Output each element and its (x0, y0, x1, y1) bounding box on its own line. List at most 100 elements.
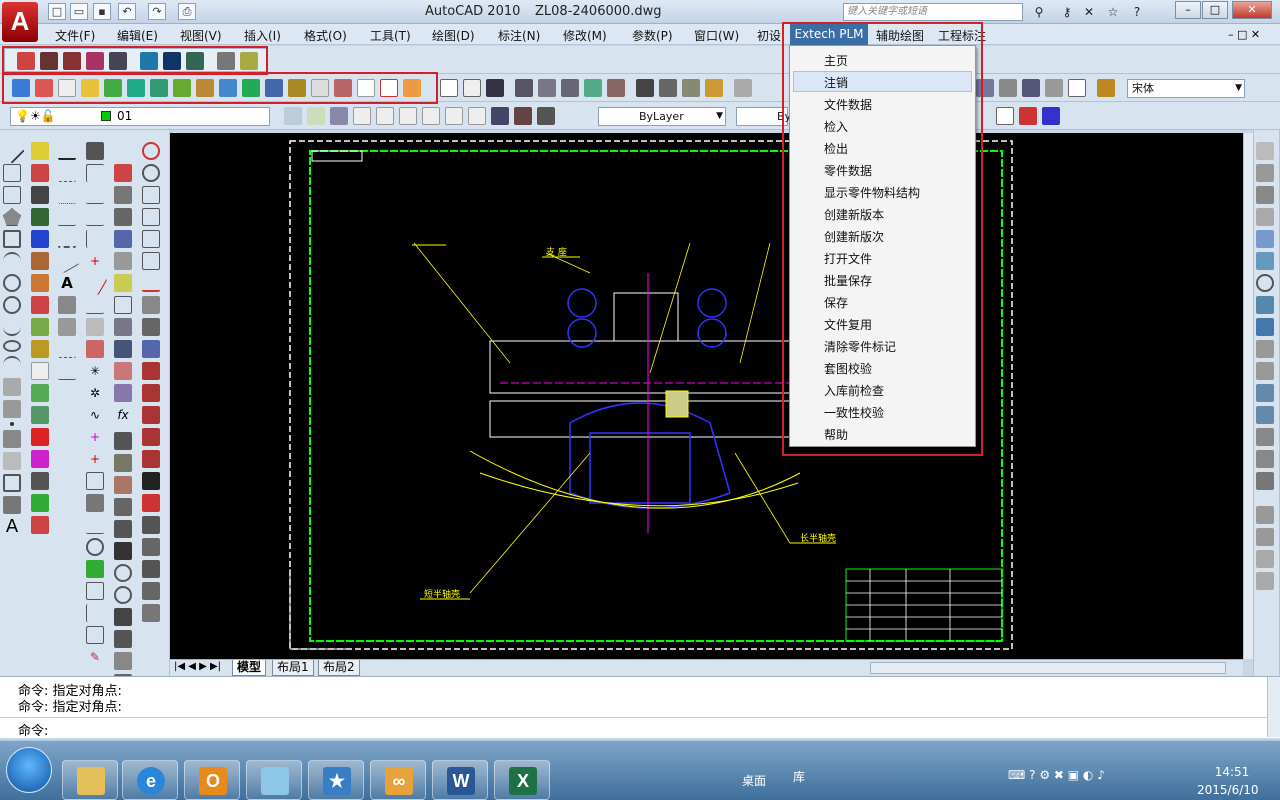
taskbar-word[interactable]: W (432, 760, 488, 800)
horizontal-scrollbar[interactable] (870, 662, 1226, 674)
zoom-icon[interactable] (999, 79, 1017, 97)
spring-vert-icon[interactable] (142, 538, 160, 556)
waves-icon[interactable] (114, 498, 132, 516)
box-circle-icon[interactable] (86, 472, 104, 490)
wave2-icon[interactable]: ∿ (86, 406, 104, 424)
color-dropdown[interactable]: ByLayer ▼ (598, 107, 726, 126)
red-diag-icon[interactable] (82, 270, 108, 296)
join-icon[interactable] (114, 520, 132, 538)
table-grid-icon[interactable] (114, 432, 132, 450)
properties-icon[interactable] (1022, 79, 1040, 97)
array-icon[interactable] (1256, 230, 1274, 248)
clock-date[interactable]: 2015/6/10 (1197, 783, 1259, 797)
dim-ordinate-icon[interactable] (114, 362, 132, 380)
dim-arc-icon[interactable] (114, 230, 132, 248)
break-icon[interactable] (1256, 384, 1274, 402)
desktop-toolbar-label[interactable]: 桌面 (742, 772, 766, 789)
menu-modify[interactable]: 修改(M) (563, 27, 607, 44)
perpendicular-icon[interactable] (86, 230, 104, 248)
chart-icon[interactable] (31, 362, 49, 380)
std-plot-icon[interactable] (515, 79, 533, 97)
layout-icon[interactable] (31, 384, 49, 402)
windows-start-icon[interactable] (6, 747, 52, 793)
angle-icon[interactable] (445, 107, 463, 125)
ring-icon[interactable] (142, 164, 160, 182)
revcloud-icon[interactable] (3, 296, 21, 314)
grid-icon[interactable] (31, 230, 49, 248)
tree-icon[interactable] (31, 208, 49, 226)
move-icon[interactable] (1256, 252, 1274, 270)
circle-tool-icon[interactable] (114, 564, 132, 582)
eraser-icon[interactable] (31, 164, 49, 182)
spline-draw-icon[interactable] (3, 318, 21, 336)
key-icon[interactable]: ⚷ (1058, 3, 1076, 21)
bracket-icon[interactable] (86, 604, 104, 622)
multileader-icon[interactable] (422, 107, 440, 125)
rivet5-icon[interactable] (142, 450, 160, 468)
saw-icon[interactable] (142, 472, 160, 490)
layer-state-icon[interactable] (307, 107, 325, 125)
command-input[interactable]: 命令: (0, 717, 1267, 739)
dim-red-icon[interactable] (114, 142, 132, 160)
menu-insert[interactable]: 插入(I) (244, 27, 281, 44)
fillet-obj-icon[interactable] (1256, 450, 1274, 468)
photo-icon[interactable] (31, 340, 49, 358)
text-tool-icon[interactable]: A (58, 274, 76, 292)
linetype-dropdown[interactable]: By (736, 107, 791, 126)
search-input[interactable]: 键入关键字或短语 (843, 3, 1023, 21)
hammer-icon[interactable] (86, 142, 104, 160)
fx-icon[interactable]: fx (114, 406, 132, 424)
fillet-icon[interactable] (142, 208, 160, 226)
std-open-icon[interactable] (463, 79, 481, 97)
std-3d-icon[interactable] (584, 79, 602, 97)
close-button[interactable]: ✕ (1232, 1, 1272, 19)
layer-stack-icon[interactable] (1256, 506, 1274, 524)
pen-icon[interactable] (114, 542, 132, 560)
menu-edit[interactable]: 编辑(E) (117, 27, 158, 44)
point-icon[interactable] (10, 422, 14, 426)
leader-edit-icon[interactable] (114, 476, 132, 494)
flag-icon[interactable] (31, 318, 49, 336)
minimize-button[interactable]: – (1175, 1, 1201, 19)
join-obj-icon[interactable] (1256, 406, 1274, 424)
dim-check-icon[interactable] (114, 340, 132, 358)
menu-tools[interactable]: 工具(T) (370, 27, 411, 44)
rivet4-icon[interactable] (142, 428, 160, 446)
pin-icon[interactable] (114, 652, 132, 670)
corner-icon[interactable] (86, 164, 104, 182)
arc-icon[interactable] (3, 252, 21, 270)
table-icon[interactable] (491, 107, 509, 125)
plot-icon[interactable]: ⎙ (178, 3, 196, 20)
drawing-canvas[interactable]: 支 座 长半轴壳 短半轴壳 (170, 133, 1243, 659)
layer-props-icon[interactable] (284, 107, 302, 125)
dim-frame-icon[interactable] (114, 296, 132, 314)
open-file-icon[interactable]: ▭ (70, 3, 88, 20)
offset-icon[interactable] (1256, 208, 1274, 226)
text-style-icon[interactable] (1097, 79, 1115, 97)
refresh-icon[interactable] (31, 494, 49, 512)
make-block-icon[interactable] (3, 400, 21, 418)
small-box-icon[interactable] (86, 626, 104, 644)
match-icon[interactable] (705, 79, 723, 97)
layer-dropdown[interactable]: 💡☀🔓 01 (10, 107, 270, 126)
dim-angle-icon[interactable] (114, 164, 132, 182)
menu-window[interactable]: 窗口(W) (694, 27, 739, 44)
menu-dimension[interactable]: 标注(N) (498, 27, 540, 44)
chain2-icon[interactable] (142, 604, 160, 622)
library-toolbar-label[interactable]: 库 (793, 768, 805, 785)
std-save-icon[interactable] (486, 79, 504, 97)
slot-icon[interactable] (142, 186, 160, 204)
ellipse-icon[interactable] (3, 340, 21, 352)
mtext-icon[interactable]: A (3, 518, 21, 536)
insert-table-icon[interactable] (514, 107, 532, 125)
copy-obj-icon[interactable] (1256, 164, 1274, 182)
command-scrollbar[interactable] (1267, 677, 1280, 737)
help-icon[interactable]: ? (1128, 3, 1146, 21)
hatch-draw-icon[interactable] (3, 430, 21, 448)
taskbar-app5[interactable]: ★ (308, 760, 364, 800)
circle-cross-icon[interactable] (114, 586, 132, 604)
wave-icon[interactable] (58, 318, 76, 336)
parallel-icon[interactable] (86, 186, 104, 204)
hatch-red-icon[interactable] (86, 340, 104, 358)
cross-icon[interactable]: + (86, 252, 104, 270)
